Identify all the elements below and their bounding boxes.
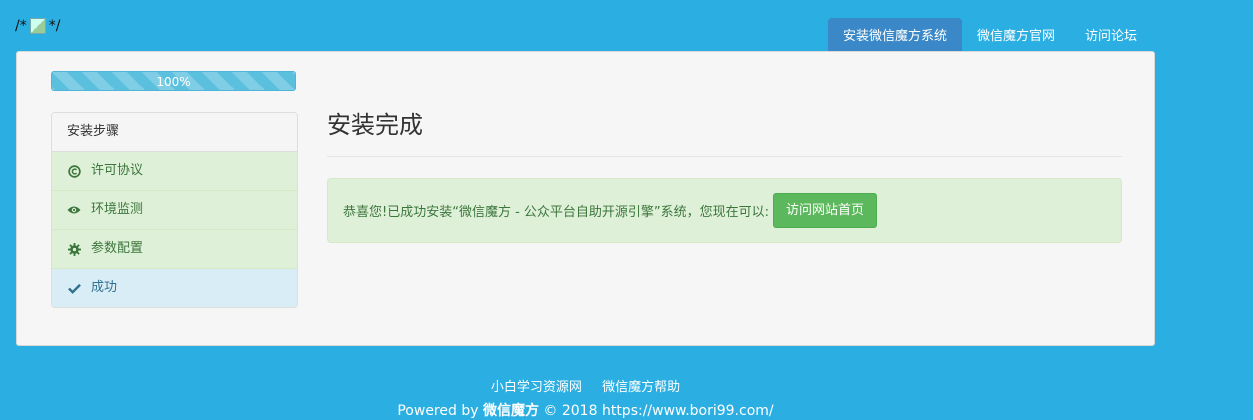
install-steps-list: 安装步骤 许可协议 环境监测 参数配置 成功	[51, 112, 298, 308]
step-license: 许可协议	[52, 152, 297, 191]
footer-copyright: Powered by 微信魔方 © 2018 https://www.bori9…	[0, 400, 1171, 420]
eye-icon	[67, 203, 81, 217]
footer-links: 小白学习资源网 微信魔方帮助	[0, 376, 1171, 395]
page-title: 安装完成	[327, 111, 423, 139]
broken-image-comment: /* */	[15, 18, 60, 34]
title-divider	[327, 156, 1122, 157]
step-environment: 环境监测	[52, 191, 297, 230]
comment-suffix: */	[48, 18, 61, 34]
footer-link-help[interactable]: 微信魔方帮助	[602, 380, 680, 395]
step-label: 参数配置	[91, 241, 144, 256]
progress-label: 100%	[156, 75, 191, 89]
copyright-text: © 2018 https://www.bori99.com/	[543, 403, 774, 419]
copyright-icon	[67, 164, 81, 178]
visit-homepage-button[interactable]: 访问网站首页	[773, 193, 878, 228]
steps-heading: 安装步骤	[52, 113, 297, 152]
success-alert: 恭喜您!已成功安装“微信魔方 - 公众平台自助开源引擎”系统，您现在可以: 访问…	[327, 178, 1122, 243]
step-label: 许可协议	[91, 163, 144, 178]
gear-icon	[67, 242, 81, 256]
install-panel: 100% 安装步骤 许可协议 环境监测 参数配置 成功 安装完成 恭喜您!已成功…	[16, 51, 1155, 346]
broken-image-icon	[29, 18, 46, 34]
footer-link-resources[interactable]: 小白学习资源网	[491, 380, 582, 395]
check-icon	[67, 281, 81, 295]
step-label: 成功	[91, 280, 118, 295]
footer-brand: 微信魔方	[482, 403, 539, 419]
success-message: 恭喜您!已成功安装“微信魔方 - 公众平台自助开源引擎”系统，您现在可以:	[343, 205, 770, 220]
powered-by: Powered by	[397, 403, 479, 419]
progress-bar: 100%	[51, 71, 296, 91]
step-success: 成功	[52, 269, 297, 307]
comment-prefix: /*	[15, 18, 27, 34]
step-label: 环境监测	[91, 202, 144, 217]
step-config: 参数配置	[52, 230, 297, 269]
